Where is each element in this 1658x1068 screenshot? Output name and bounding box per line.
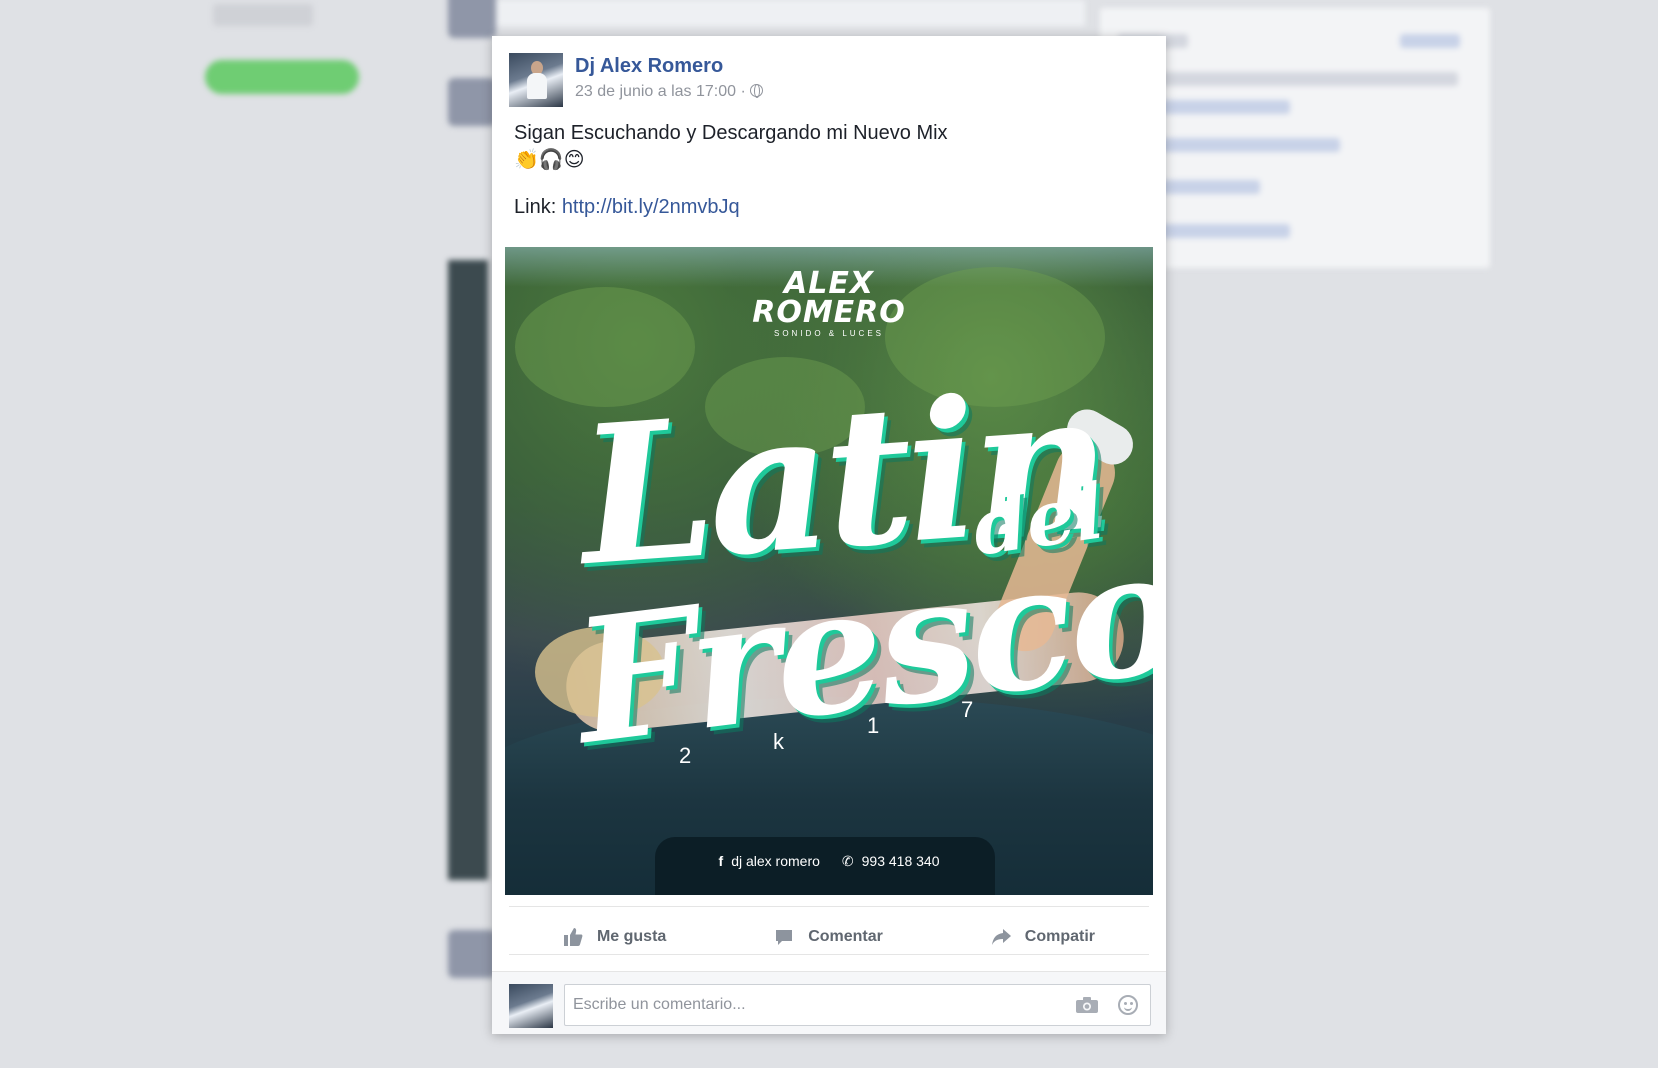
post-link[interactable]: http://bit.ly/2nmvbJq <box>562 196 740 218</box>
smile-icon[interactable] <box>1118 995 1138 1015</box>
cover-footer-name: dj alex romero <box>731 853 820 869</box>
cover-year-char: 2 <box>679 743 692 768</box>
background-line <box>1118 72 1458 86</box>
post-link-line: Link: http://bit.ly/2nmvbJq <box>514 194 1144 221</box>
camera-icon[interactable] <box>1076 997 1098 1013</box>
timestamp-text[interactable]: 23 de junio a las 17:00 · <box>575 83 746 100</box>
background-left-item <box>213 4 313 26</box>
post-image[interactable]: ALEX ROMERO SONIDO & LUCES Latin del Fre… <box>505 247 1153 895</box>
comment-area <box>492 971 1166 1034</box>
background-line <box>1140 138 1340 152</box>
comment-input[interactable] <box>564 984 1151 1026</box>
share-label[interactable]: Compatir <box>1025 928 1095 946</box>
link-label: Link: <box>514 196 562 218</box>
cover-year-char: 1 <box>867 713 880 738</box>
author-avatar[interactable] <box>509 53 563 107</box>
avatar-shirt <box>527 73 547 99</box>
cover-footer: f dj alex romero ✆ 993 418 340 <box>505 853 1153 870</box>
action-divider-top <box>509 906 1149 907</box>
commenter-avatar <box>509 984 553 1028</box>
cover-year-char: k <box>773 729 784 754</box>
background-top-card <box>495 0 1085 26</box>
phone-icon: ✆ <box>841 853 854 869</box>
post-card: Dj Alex Romero 23 de junio a las 17:00 ·… <box>492 36 1166 1034</box>
background-green-button <box>205 60 359 94</box>
cover-logo: ALEX ROMERO SONIDO & LUCES <box>505 266 1153 339</box>
comment-label[interactable]: Comentar <box>808 928 883 946</box>
comment-button[interactable]: Comentar <box>774 927 883 947</box>
comment-icon <box>776 930 793 945</box>
post-timestamp[interactable]: 23 de junio a las 17:00 · <box>575 83 763 101</box>
logo-subtitle: SONIDO & LUCES <box>773 329 884 338</box>
post-header: Dj Alex Romero 23 de junio a las 17:00 · <box>509 53 1149 109</box>
post-emojis: 👏🎧😊 <box>514 149 585 171</box>
action-divider-bottom <box>509 954 1149 955</box>
cover-year-char: 7 <box>961 697 974 722</box>
facebook-icon: f <box>718 853 724 869</box>
background-image-strip <box>448 260 488 880</box>
logo-line2: ROMERO <box>752 295 906 330</box>
post-actions: Me gusta Comentar Compatir <box>509 910 1149 964</box>
post-message: Sigan Escuchando y Descargando mi Nuevo … <box>514 122 948 144</box>
background-avatar <box>448 78 496 126</box>
background-line <box>1400 34 1460 48</box>
globe-icon[interactable] <box>749 84 763 98</box>
logo-line1: ALEX <box>784 266 874 301</box>
author-name[interactable]: Dj Alex Romero <box>575 55 723 78</box>
post-body: Sigan Escuchando y Descargando mi Nuevo … <box>514 120 1144 221</box>
background-avatar <box>448 0 496 38</box>
like-label[interactable]: Me gusta <box>597 928 666 946</box>
share-icon <box>991 929 1011 945</box>
like-button[interactable]: Me gusta <box>563 927 666 947</box>
like-icon <box>563 928 583 946</box>
cover-footer-phone: 993 418 340 <box>861 853 940 869</box>
background-avatar <box>448 930 496 978</box>
share-button[interactable]: Compatir <box>991 927 1095 947</box>
